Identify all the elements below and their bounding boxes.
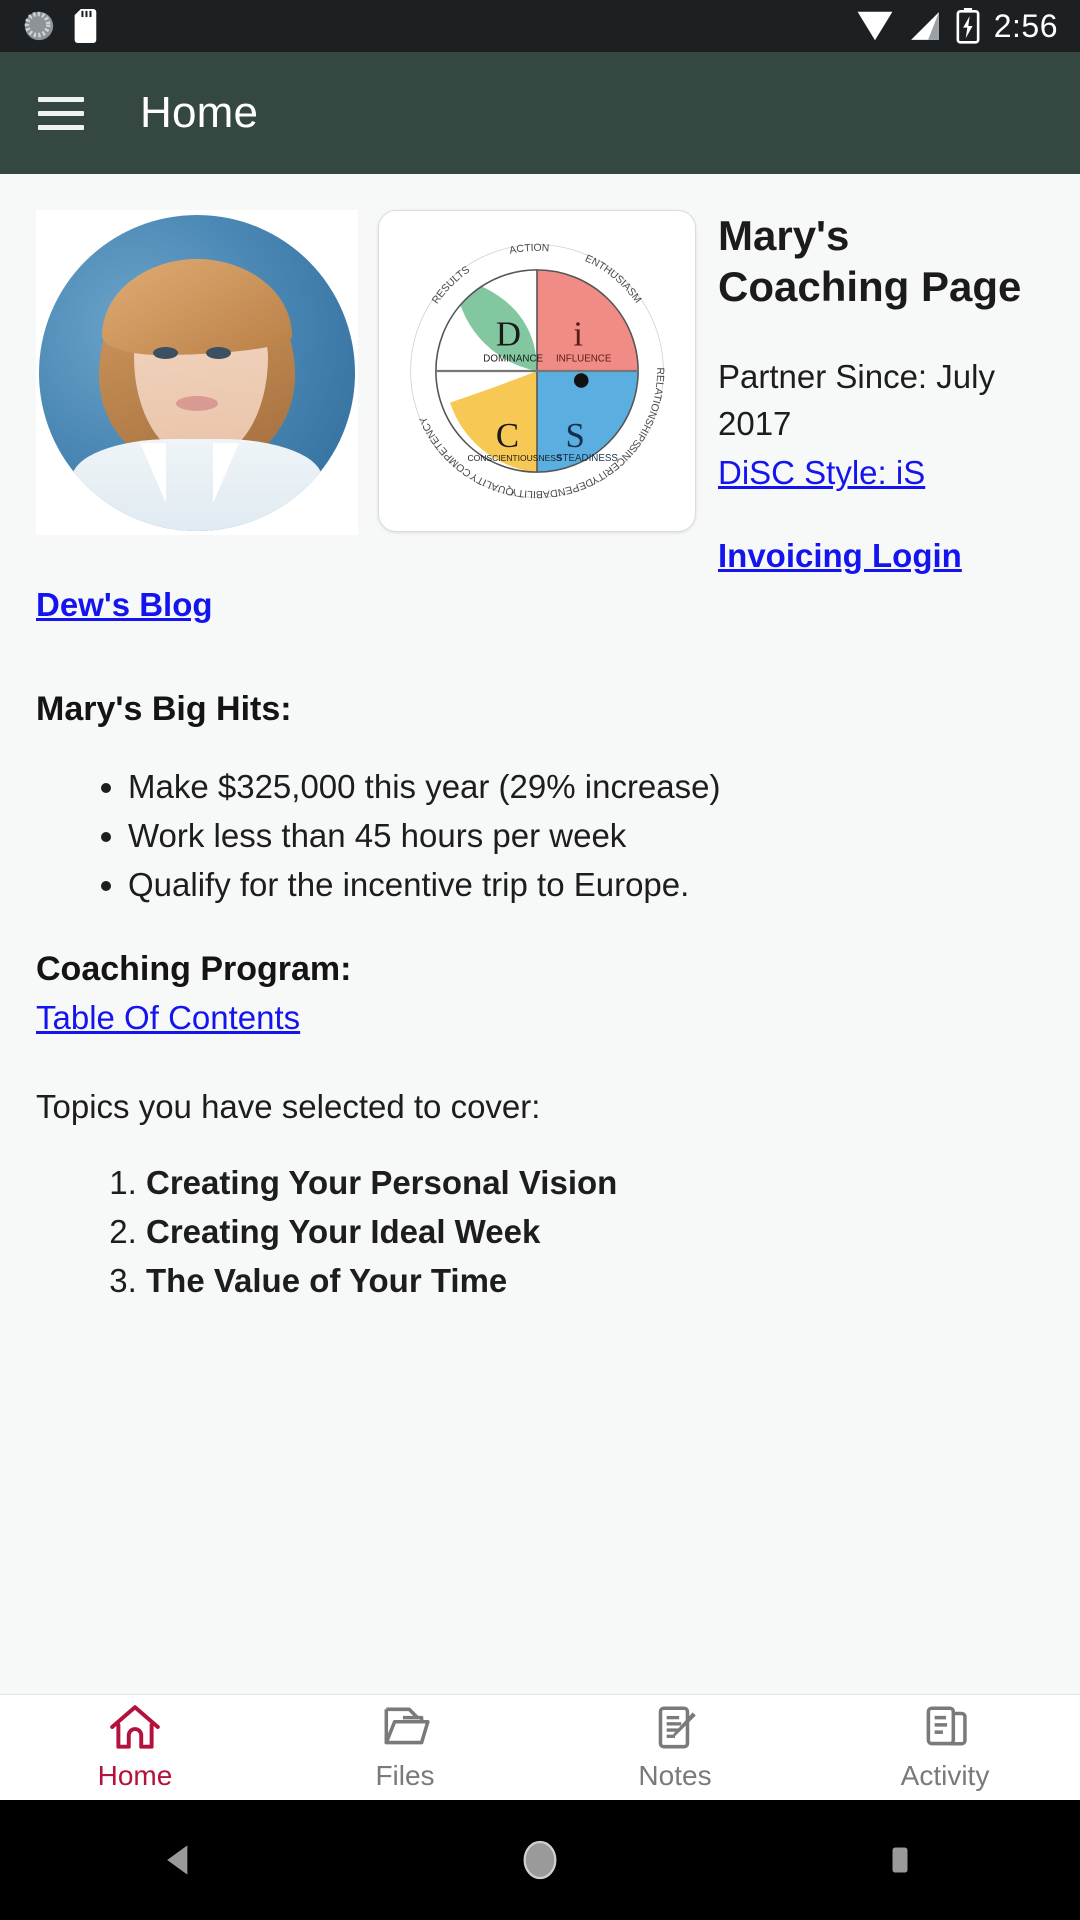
- status-left-icons: [22, 9, 100, 43]
- tab-notes[interactable]: Notes: [540, 1695, 810, 1800]
- documents-icon: [926, 1706, 967, 1746]
- profile-photo: [39, 214, 355, 531]
- tab-activity-label: Activity: [900, 1760, 990, 1791]
- hamburger-menu-icon[interactable]: [38, 96, 84, 130]
- disc-word-steadiness: STEADINESS: [556, 453, 618, 464]
- dews-blog-link[interactable]: Dew's Blog: [36, 582, 213, 629]
- disc-outer-label-action: ACTION: [508, 243, 549, 257]
- recents-button[interactable]: [830, 1800, 970, 1920]
- triangle-left-icon: [167, 1845, 188, 1875]
- topic-label: The Value of Your Time: [146, 1261, 508, 1299]
- tab-files[interactable]: Files: [270, 1695, 540, 1800]
- page-title: Home: [140, 88, 259, 137]
- disc-style-dot: [573, 373, 589, 388]
- home-icon: [110, 1705, 160, 1749]
- disc-letter-d: D: [496, 315, 521, 354]
- battery-charging-icon: [956, 8, 980, 44]
- tab-home[interactable]: Home: [0, 1695, 270, 1800]
- status-clock: 2:56: [993, 7, 1058, 44]
- toc-line: Table Of Contents: [36, 995, 1044, 1042]
- disc-word-influence: INFLUENCE: [556, 354, 612, 365]
- main-content-scroll[interactable]: D DOMINANCE i INFLUENCE S STEADINESS C C…: [0, 174, 1080, 1694]
- big-hits-heading: Mary's Big Hits:: [36, 689, 292, 728]
- back-button[interactable]: [110, 1800, 250, 1920]
- list-item: The Value of Your Time: [146, 1257, 1044, 1304]
- square-icon: [892, 1847, 908, 1873]
- note-pen-icon: [658, 1706, 696, 1749]
- topic-label: Creating Your Personal Vision: [146, 1163, 618, 1201]
- disc-letter-c: C: [496, 416, 519, 455]
- list-item: Creating Your Personal Vision: [146, 1159, 1044, 1206]
- disc-wheel-diagram: D DOMINANCE i INFLUENCE S STEADINESS C C…: [410, 243, 665, 500]
- tab-files-label: Files: [375, 1760, 435, 1791]
- circle-icon: [523, 1840, 557, 1880]
- invoicing-login-line: Invoicing Login: [36, 533, 1044, 580]
- cell-signal-icon: [910, 12, 939, 40]
- topic-label: Creating Your Ideal Week: [146, 1212, 541, 1250]
- phone-screen: 2:56 Home D DOMINANCE i INFLUENCE S STEA…: [0, 0, 1080, 1920]
- home-button[interactable]: [470, 1800, 610, 1920]
- bottom-tab-bar: Home Files Notes Activity: [0, 1694, 1080, 1800]
- disc-style-link[interactable]: DiSC Style: iS: [718, 450, 925, 497]
- app-bar: Home: [0, 52, 1080, 174]
- big-hits-list: Make $325,000 this year (29% increase) W…: [36, 763, 1044, 909]
- list-item: Qualify for the incentive trip to Europe…: [128, 861, 1044, 908]
- disc-letter-i: i: [573, 315, 583, 354]
- topics-intro-text: Topics you have selected to cover:: [36, 1087, 541, 1125]
- list-item: Work less than 45 hours per week: [128, 812, 1044, 859]
- disc-word-dominance: DOMINANCE: [483, 354, 543, 365]
- android-navigation-bar: [0, 1800, 1080, 1920]
- disc-wheel-image: D DOMINANCE i INFLUENCE S STEADINESS C C…: [378, 210, 696, 532]
- sync-progress-icon: [24, 11, 54, 41]
- tab-notes-label: Notes: [638, 1760, 712, 1791]
- tab-activity[interactable]: Activity: [810, 1695, 1080, 1800]
- disc-outer-label-dependability: DEPENDABILITY: [510, 476, 595, 500]
- disc-word-conscientiousness: CONSCIENTIOUSNESS: [467, 453, 561, 463]
- folder-icon: [384, 1707, 430, 1745]
- disc-letter-s: S: [565, 416, 584, 455]
- topics-list: Creating Your Personal Vision Creating Y…: [36, 1159, 1044, 1305]
- dews-blog-line: Dew's Blog: [36, 582, 1044, 629]
- avatar: [36, 210, 358, 535]
- invoicing-login-link[interactable]: Invoicing Login: [718, 533, 962, 580]
- status-bar: 2:56: [0, 0, 1080, 52]
- disc-outer-label-quality: QUALITY: [469, 470, 515, 497]
- tab-home-label: Home: [97, 1760, 173, 1791]
- sd-card-icon: [74, 9, 97, 43]
- wifi-icon: [857, 11, 893, 41]
- status-right-icons: 2:56: [856, 8, 1058, 45]
- table-of-contents-link[interactable]: Table Of Contents: [36, 995, 300, 1042]
- coaching-program-heading: Coaching Program:: [36, 949, 352, 988]
- list-item: Make $325,000 this year (29% increase): [128, 763, 1044, 810]
- coaching-page-article: D DOMINANCE i INFLUENCE S STEADINESS C C…: [36, 210, 1044, 1426]
- list-item: Creating Your Ideal Week: [146, 1208, 1044, 1255]
